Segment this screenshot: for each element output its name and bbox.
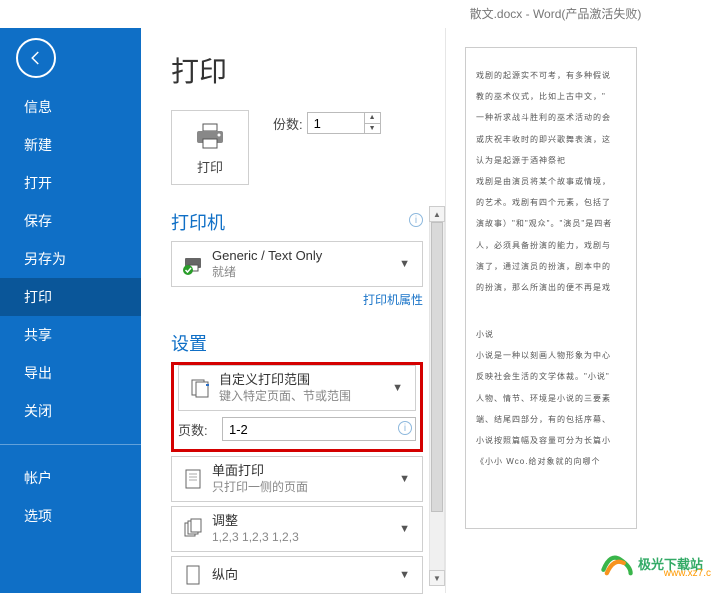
settings-heading: 设置 [171, 330, 423, 356]
print-preview: 戏剧的起源实不可考，有多种假说 教的巫术仪式，比如上古中文，" 一种祈求战斗胜利… [445, 28, 721, 593]
print-button[interactable]: 打印 [171, 110, 249, 185]
info-icon[interactable]: i [409, 213, 423, 227]
collate-title: 调整 [212, 513, 395, 529]
duplex-dropdown[interactable]: 单面打印 只打印一侧的页面 ▼ [171, 456, 423, 502]
duplex-subtitle: 只打印一侧的页面 [212, 480, 395, 495]
watermark-url: www.xz7.c [664, 568, 711, 579]
scroll-track[interactable] [429, 222, 445, 570]
highlight-annotation: 自定义打印范围 键入特定页面、节或范围 ▼ 页数: i [171, 362, 423, 452]
copies-input[interactable] [308, 113, 364, 133]
chevron-down-icon: ▼ [395, 523, 414, 535]
sidebar-item-close[interactable]: 关闭 [0, 392, 141, 430]
scroll-thumb[interactable] [431, 222, 443, 512]
print-panel: 打印 打印 份数: ▲ [141, 28, 721, 593]
printer-dropdown[interactable]: Generic / Text Only 就绪 ▼ [171, 241, 423, 287]
chevron-down-icon: ▼ [395, 473, 414, 485]
sidebar-item-info[interactable]: 信息 [0, 88, 141, 126]
watermark-logo-icon [600, 549, 634, 577]
printer-status-icon [180, 253, 206, 275]
chevron-down-icon: ▼ [395, 258, 414, 270]
printer-icon [194, 123, 226, 151]
scroll-up-button[interactable]: ▲ [429, 206, 445, 222]
duplex-title: 单面打印 [212, 463, 395, 479]
settings-scrollbar[interactable]: ▲ ▼ [429, 206, 445, 586]
sidebar-item-save[interactable]: 保存 [0, 202, 141, 240]
sidebar-item-share[interactable]: 共享 [0, 316, 141, 354]
print-range-dropdown[interactable]: 自定义打印范围 键入特定页面、节或范围 ▼ [178, 365, 416, 411]
info-icon[interactable]: i [398, 421, 412, 435]
sidebar-item-account[interactable]: 帐户 [0, 459, 141, 497]
sidebar-item-open[interactable]: 打开 [0, 164, 141, 202]
printer-status: 就绪 [212, 265, 395, 280]
sidebar-item-saveas[interactable]: 另存为 [0, 240, 141, 278]
chevron-down-icon: ▼ [388, 382, 407, 394]
copies-down[interactable]: ▼ [365, 124, 380, 134]
site-watermark: 极光下载站 www.xz7.c [600, 549, 703, 577]
collate-dropdown[interactable]: 调整 1,2,3 1,2,3 1,2,3 ▼ [171, 506, 423, 552]
pages-label: 页数: [178, 420, 222, 439]
collate-icon [180, 518, 206, 540]
sidebar-item-new[interactable]: 新建 [0, 126, 141, 164]
orientation-dropdown[interactable]: 纵向 ▼ [171, 556, 423, 594]
portrait-icon [180, 564, 206, 586]
copies-up[interactable]: ▲ [365, 113, 380, 124]
pages-icon [187, 377, 213, 399]
printer-name: Generic / Text Only [212, 248, 395, 264]
window-title: 散文.docx - Word(产品激活失败) [0, 0, 721, 28]
single-side-icon [180, 468, 206, 490]
range-title: 自定义打印范围 [219, 372, 388, 388]
printer-properties-link[interactable]: 打印机属性 [363, 293, 423, 307]
page-title: 打印 [171, 50, 423, 90]
backstage-sidebar: 信息 新建 打开 保存 另存为 打印 共享 导出 关闭 帐户 选项 [0, 28, 141, 593]
copies-label: 份数: [273, 114, 303, 133]
collate-subtitle: 1,2,3 1,2,3 1,2,3 [212, 530, 395, 545]
back-button[interactable] [16, 38, 56, 78]
print-button-label: 打印 [197, 157, 223, 176]
copies-spinner[interactable]: ▲ ▼ [307, 112, 381, 134]
printer-heading: 打印机 i [171, 209, 423, 235]
sidebar-item-options[interactable]: 选项 [0, 497, 141, 535]
sidebar-separator [0, 444, 141, 445]
preview-page: 戏剧的起源实不可考，有多种假说 教的巫术仪式，比如上古中文，" 一种祈求战斗胜利… [466, 48, 636, 528]
pages-input[interactable] [222, 417, 416, 441]
chevron-down-icon: ▼ [395, 569, 414, 581]
orientation-title: 纵向 [212, 567, 395, 583]
range-subtitle: 键入特定页面、节或范围 [219, 389, 388, 404]
sidebar-item-print[interactable]: 打印 [0, 278, 141, 316]
scroll-down-button[interactable]: ▼ [429, 570, 445, 586]
sidebar-item-export[interactable]: 导出 [0, 354, 141, 392]
